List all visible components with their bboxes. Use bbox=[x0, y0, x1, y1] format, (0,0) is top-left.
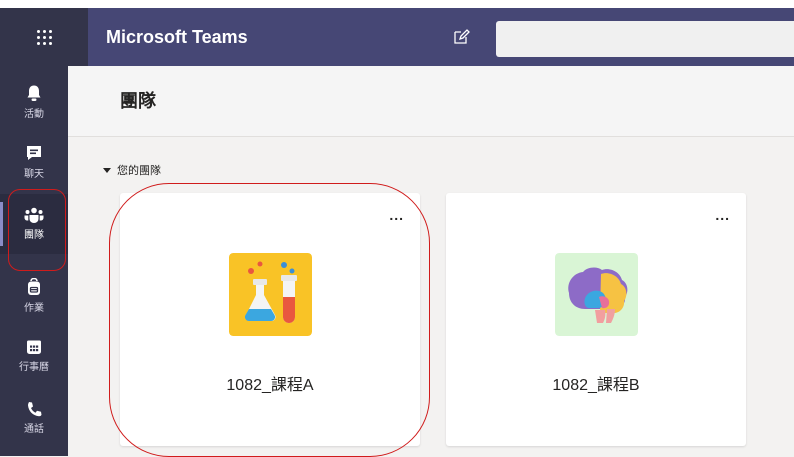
bell-icon bbox=[27, 85, 41, 101]
rail-item-calendar[interactable]: 行事曆 bbox=[0, 326, 68, 386]
rail-label: 通話 bbox=[24, 424, 44, 435]
waffle-icon bbox=[36, 29, 52, 45]
brain-icon bbox=[555, 253, 638, 336]
top-edge bbox=[0, 0, 794, 8]
app-title: Microsoft Teams bbox=[106, 27, 248, 47]
teams-icon bbox=[24, 207, 44, 223]
rail-label: 團隊 bbox=[24, 230, 44, 241]
team-card[interactable]: ... 1082_課程B bbox=[446, 193, 746, 446]
team-name: 1082_課程B bbox=[552, 377, 640, 394]
rail-label: 行事曆 bbox=[19, 362, 49, 373]
compose-icon[interactable] bbox=[452, 28, 470, 46]
rail-item-assignments[interactable]: 作業 bbox=[0, 266, 68, 326]
chat-icon bbox=[27, 146, 41, 160]
rail-label: 活動 bbox=[24, 109, 44, 120]
page-title: 團隊 bbox=[120, 91, 156, 111]
page-header: 團隊 bbox=[68, 66, 794, 137]
your-teams-toggle[interactable]: 您的團隊 bbox=[103, 162, 161, 178]
phone-icon bbox=[28, 402, 42, 417]
rail-item-chat[interactable]: 聊天 bbox=[0, 132, 68, 192]
rail-item-activity[interactable]: 活動 bbox=[0, 72, 68, 132]
team-name: 1082_課程A bbox=[226, 377, 314, 394]
search-input[interactable] bbox=[496, 21, 794, 57]
rail-item-calls[interactable]: 通話 bbox=[0, 388, 68, 448]
more-options-button[interactable]: ... bbox=[389, 207, 404, 223]
app-bar: 活動 聊天 團隊 作業 行事曆 通話 bbox=[0, 66, 68, 456]
team-card[interactable]: ... 1082_課程A bbox=[120, 193, 420, 446]
rail-item-teams[interactable]: 團隊 bbox=[0, 194, 68, 254]
section-label: 您的團隊 bbox=[117, 165, 161, 177]
backpack-icon bbox=[28, 278, 40, 295]
science-lab-icon bbox=[229, 253, 312, 336]
rail-label: 聊天 bbox=[24, 169, 44, 180]
calendar-icon bbox=[27, 340, 41, 354]
more-options-button[interactable]: ... bbox=[715, 207, 730, 223]
rail-label: 作業 bbox=[24, 303, 44, 314]
caret-down-icon bbox=[103, 167, 111, 173]
app-launcher-button[interactable] bbox=[0, 8, 88, 66]
